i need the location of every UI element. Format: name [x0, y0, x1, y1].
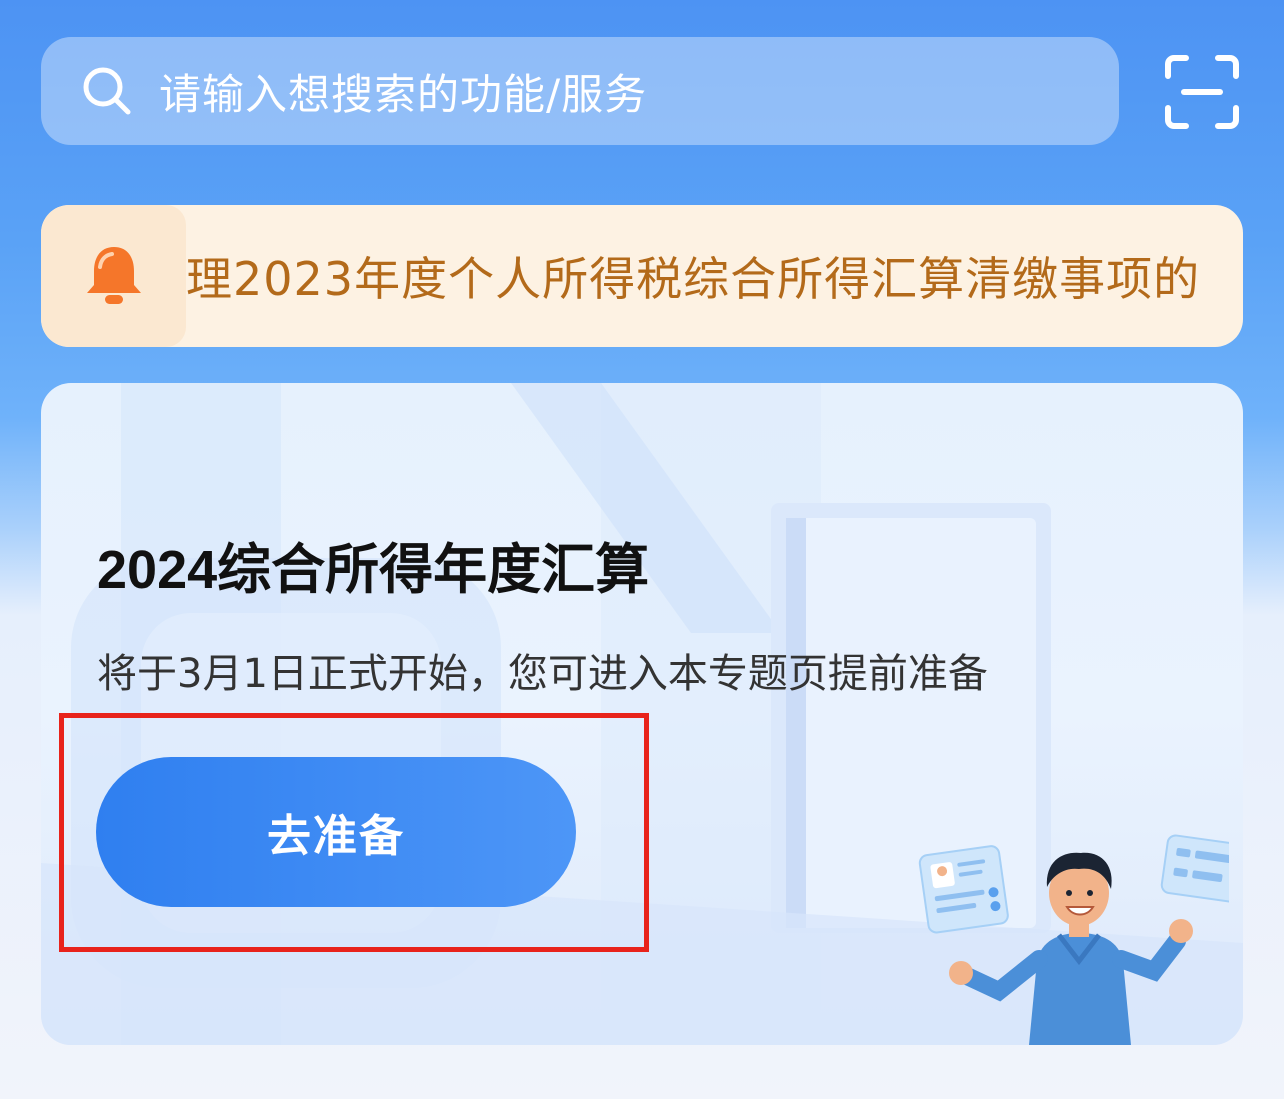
- search-icon: [83, 67, 131, 115]
- bell-icon: [86, 247, 141, 304]
- notice-text: 理2023年度个人所得税综合所得汇算清缴事项的: [186, 252, 1201, 306]
- search-placeholder: 请输入想搜索的功能/服务: [159, 69, 648, 119]
- annual-settlement-card[interactable]: 2024综合所得年度汇算 将于3月1日正式开始，您可进入本专题页提前准备 去准备: [41, 383, 1243, 1045]
- card-subtitle: 将于3月1日正式开始，您可进入本专题页提前准备: [97, 651, 988, 697]
- notice-marquee: 理2023年度个人所得税综合所得汇算清缴事项的: [186, 205, 1231, 347]
- scan-icon[interactable]: [1164, 54, 1240, 130]
- notice-banner[interactable]: 理2023年度个人所得税综合所得汇算清缴事项的: [41, 205, 1243, 347]
- go-prepare-button[interactable]: 去准备: [96, 757, 576, 907]
- person-illustration: [918, 834, 1229, 1045]
- search-bar[interactable]: 请输入想搜索的功能/服务: [41, 37, 1119, 145]
- notice-icon-box: [41, 205, 186, 347]
- card-title: 2024综合所得年度汇算: [97, 540, 650, 600]
